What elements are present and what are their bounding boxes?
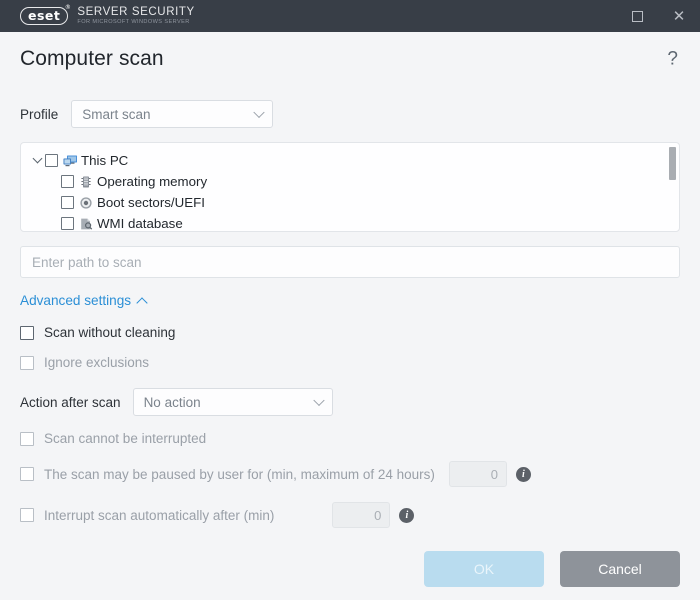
option-pause-by-user: The scan may be paused by user for (min,… — [20, 461, 680, 487]
interrupt-after-checkbox — [20, 508, 34, 522]
profile-select[interactable]: Smart scan — [71, 100, 273, 128]
title-bar: eset® SERVER SECURITY FOR MICROSOFT WIND… — [0, 0, 700, 32]
tree-node-label: Operating memory — [97, 174, 207, 189]
interrupt-after-label: Interrupt scan automatically after (min) — [44, 508, 274, 523]
chevron-up-icon — [136, 297, 147, 308]
window-controls: ✕ — [616, 0, 700, 32]
wmi-database-icon — [78, 216, 94, 231]
tree-node-label: WMI database — [97, 216, 183, 231]
tree-node-label: Boot sectors/UEFI — [97, 195, 205, 210]
tree-node-this-pc[interactable]: This PC — [21, 150, 679, 171]
help-icon[interactable]: ? — [667, 50, 678, 69]
advanced-settings-toggle[interactable]: Advanced settings — [20, 293, 146, 308]
eset-logo-trademark: ® — [65, 5, 72, 11]
tree-node-checkbox[interactable] — [61, 196, 74, 209]
action-after-scan-select[interactable]: No action — [133, 388, 333, 416]
maximize-icon — [632, 11, 643, 22]
eset-logo-icon: eset® — [20, 7, 68, 25]
scan-path-input[interactable] — [20, 246, 680, 278]
interrupt-after-input — [332, 502, 390, 528]
option-scan-cannot-be-interrupted: Scan cannot be interrupted — [20, 431, 680, 446]
advanced-settings-label: Advanced settings — [20, 293, 131, 308]
scan-cannot-be-interrupted-label: Scan cannot be interrupted — [44, 431, 206, 446]
pause-by-user-input — [449, 461, 507, 487]
page-title: Computer scan — [20, 47, 164, 71]
profile-label: Profile — [20, 107, 58, 122]
chevron-down-icon[interactable] — [30, 157, 44, 164]
disc-icon — [78, 195, 94, 210]
close-button[interactable]: ✕ — [658, 0, 700, 32]
dialog-footer: OK Cancel — [0, 538, 700, 600]
scan-without-cleaning-checkbox[interactable] — [20, 326, 34, 340]
profile-row: Profile Smart scan — [20, 100, 680, 128]
product-name-block: SERVER SECURITY FOR MICROSOFT WINDOWS SE… — [77, 6, 194, 26]
info-icon[interactable]: i — [399, 508, 414, 523]
tree-node-checkbox[interactable] — [61, 175, 74, 188]
cancel-button[interactable]: Cancel — [560, 551, 680, 587]
option-scan-without-cleaning[interactable]: Scan without cleaning — [20, 325, 680, 340]
tree-node-boot-sectors[interactable]: Boot sectors/UEFI — [21, 192, 679, 213]
maximize-button[interactable] — [616, 0, 658, 32]
dialog-header: Computer scan ? — [0, 32, 700, 86]
ignore-exclusions-label: Ignore exclusions — [44, 355, 149, 370]
option-ignore-exclusions: Ignore exclusions — [20, 355, 680, 370]
eset-logo-text: eset — [28, 8, 60, 23]
tree-node-label: This PC — [81, 153, 128, 168]
action-after-scan-value: No action — [144, 395, 201, 410]
tree-node-wmi-database[interactable]: WMI database — [21, 213, 679, 232]
product-name: SERVER SECURITY — [77, 6, 194, 18]
tree-scrollbar-thumb[interactable] — [669, 147, 676, 180]
profile-selected-value: Smart scan — [82, 107, 150, 122]
scan-cannot-be-interrupted-checkbox — [20, 432, 34, 446]
dialog-body: Profile Smart scan — [0, 86, 700, 600]
memory-chip-icon — [78, 174, 94, 189]
option-interrupt-after: Interrupt scan automatically after (min)… — [20, 502, 680, 528]
tree-node-checkbox[interactable] — [45, 154, 58, 167]
chevron-down-icon — [313, 395, 324, 406]
pause-by-user-checkbox — [20, 467, 34, 481]
ok-button[interactable]: OK — [424, 551, 544, 587]
info-icon[interactable]: i — [516, 467, 531, 482]
eset-brand: eset® SERVER SECURITY FOR MICROSOFT WIND… — [20, 6, 195, 26]
tree-node-checkbox[interactable] — [61, 217, 74, 230]
ignore-exclusions-checkbox — [20, 356, 34, 370]
computer-scan-dialog: eset® SERVER SECURITY FOR MICROSOFT WIND… — [0, 0, 700, 600]
product-subtitle: FOR MICROSOFT WINDOWS SERVER — [77, 18, 194, 26]
pause-by-user-label: The scan may be paused by user for (min,… — [44, 467, 435, 482]
close-icon: ✕ — [673, 7, 686, 25]
action-after-scan-row: Action after scan No action — [20, 388, 680, 416]
tree-scrollbar[interactable] — [669, 147, 676, 229]
action-after-scan-label: Action after scan — [20, 395, 121, 410]
chevron-down-icon — [254, 107, 265, 118]
computer-icon — [62, 153, 78, 168]
tree-node-operating-memory[interactable]: Operating memory — [21, 171, 679, 192]
scan-without-cleaning-label: Scan without cleaning — [44, 325, 175, 340]
scan-targets-tree[interactable]: This PC — [20, 142, 680, 232]
